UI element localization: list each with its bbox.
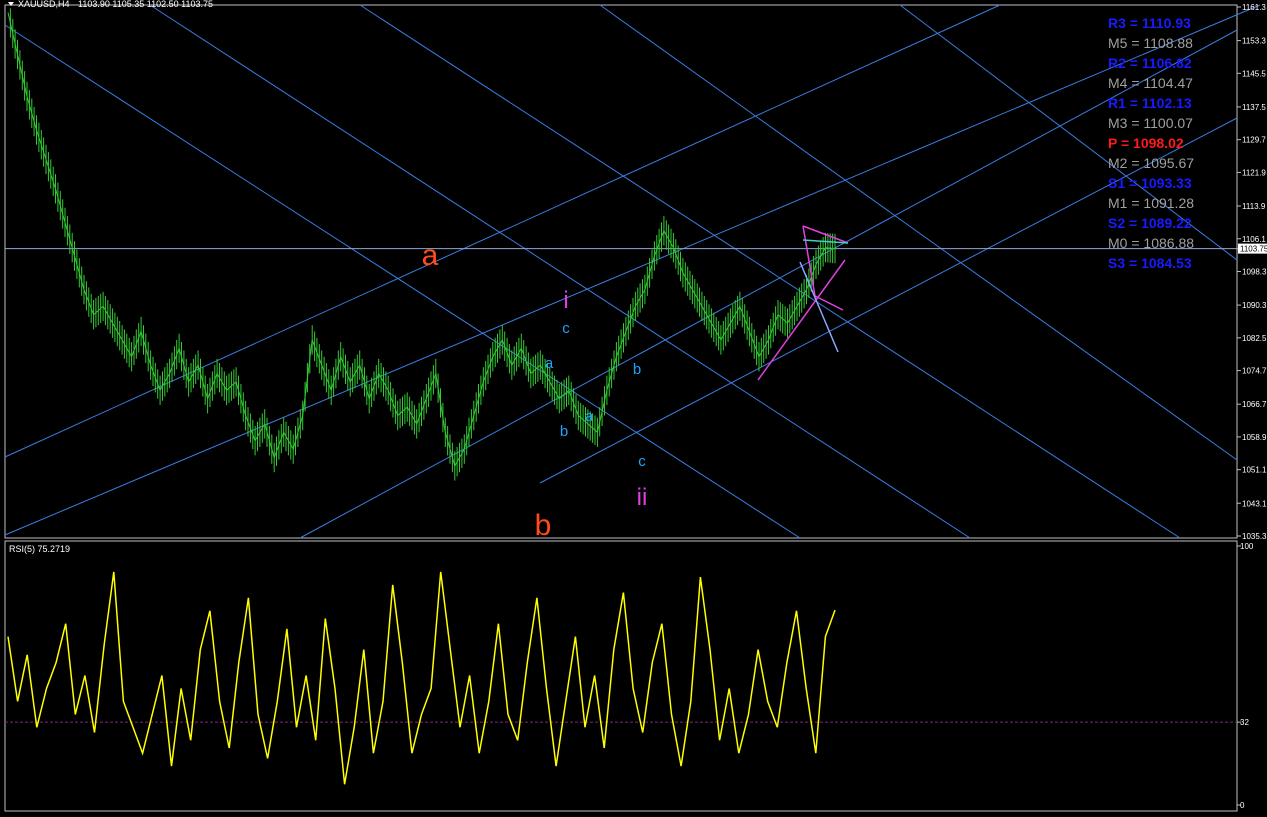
y-tick-label: 1161.3 — [1242, 3, 1266, 12]
pivot-label: M4 = 1104.47 — [1108, 75, 1193, 91]
rsi-panel: RSI(5) 75.2719 100 32 0 — [4, 540, 1254, 812]
price-axis: 1161.3 1153.3 1145.5 1137.5 1129.7 1121.9 1113… — [1237, 3, 1267, 541]
y-tick-label: 1145.5 — [1242, 69, 1266, 78]
pivot-label: M0 = 1086.88 — [1108, 235, 1194, 251]
y-tick-label: 1098.3 — [1242, 268, 1267, 277]
channel-lines — [4, 4, 1261, 539]
pivot-label: M3 = 1100.07 — [1108, 115, 1193, 131]
y-tick-label: 1066.7 — [1242, 400, 1267, 409]
y-tick-label: 1113.9 — [1242, 202, 1266, 211]
rsi-tick-label: 32 — [1240, 718, 1249, 727]
wave-label-a: a — [545, 355, 554, 372]
y-tick-label: 1082.5 — [1242, 334, 1267, 343]
wave-label-a: a — [585, 408, 594, 425]
rsi-panel-frame — [4, 540, 1238, 812]
y-tick-label: 1137.5 — [1242, 103, 1266, 112]
channel-line — [359, 4, 1181, 539]
channel-line — [4, 24, 801, 539]
pivot-label: R3 = 1110.93 — [1108, 15, 1191, 31]
pivot-label: R1 = 1102.13 — [1108, 95, 1192, 111]
y-tick-label: 1121.9 — [1242, 168, 1266, 177]
wave-label-b: b — [633, 361, 641, 378]
main-panel-frame — [4, 4, 1238, 539]
channel-line — [299, 29, 1238, 539]
y-tick-label: 1129.7 — [1242, 136, 1266, 145]
rsi-series — [7, 571, 836, 785]
rsi-tick-label: 100 — [1240, 542, 1254, 551]
rsi-line — [7, 571, 836, 785]
channel-line — [4, 4, 1001, 458]
channel-line — [599, 4, 1238, 461]
y-tick-label: 1153.3 — [1242, 37, 1266, 46]
rsi-label: RSI(5) 75.2719 — [9, 544, 70, 554]
current-price-label: 1103.75 — [1240, 245, 1267, 254]
channel-line — [149, 4, 971, 539]
y-tick-label: 1090.3 — [1242, 301, 1267, 310]
wave-label-b: b — [560, 423, 568, 440]
wave-labels: abiiicababc — [422, 239, 648, 542]
pivot-label: S3 = 1084.53 — [1108, 255, 1192, 271]
channel-line — [4, 4, 1261, 536]
main-panel: 1161.3 1153.3 1145.5 1137.5 1129.7 1121.9 1113… — [4, 0, 1267, 542]
wave-line — [799, 261, 839, 353]
wave-label-c: c — [638, 453, 646, 470]
wave-label-i: i — [563, 287, 568, 314]
y-tick-label: 1058.9 — [1242, 433, 1267, 442]
wave-label-a: a — [422, 239, 439, 272]
rsi-axis: 100 32 0 — [1237, 542, 1254, 810]
pivot-label: S2 = 1089.22 — [1108, 215, 1192, 231]
wave-label-b: b — [535, 509, 552, 542]
y-tick-label: 1106.1 — [1242, 235, 1266, 244]
y-tick-label: 1051.1 — [1242, 466, 1267, 475]
chart-header: XAUUSD,H4 1103.90 1105.35 1102.50 1103.7… — [18, 0, 213, 9]
y-tick-label: 1074.7 — [1242, 367, 1267, 376]
chart-canvas: 1161.3 1153.3 1145.5 1137.5 1129.7 1121.9 1113… — [4, 0, 1267, 812]
y-tick-label: 1035.3 — [1242, 532, 1267, 541]
y-tick-label: 1043.1 — [1242, 499, 1267, 508]
wave-label-ii: ii — [637, 484, 648, 511]
pivot-label: R2 = 1106.82 — [1108, 55, 1192, 71]
pivot-label: P = 1098.02 — [1108, 135, 1184, 151]
pivot-levels: R3 = 1110.93 M5 = 1108.88 R2 = 1106.82 M4 =… — [1108, 15, 1194, 271]
pivot-label: M2 = 1095.67 — [1108, 155, 1194, 171]
pivot-label: S1 = 1093.33 — [1108, 175, 1192, 191]
wave-label-c: c — [562, 320, 570, 337]
rsi-tick-label: 0 — [1240, 801, 1245, 810]
pivot-label: M1 = 1091.28 — [1108, 195, 1194, 211]
pivot-label: M5 = 1108.88 — [1108, 35, 1193, 51]
